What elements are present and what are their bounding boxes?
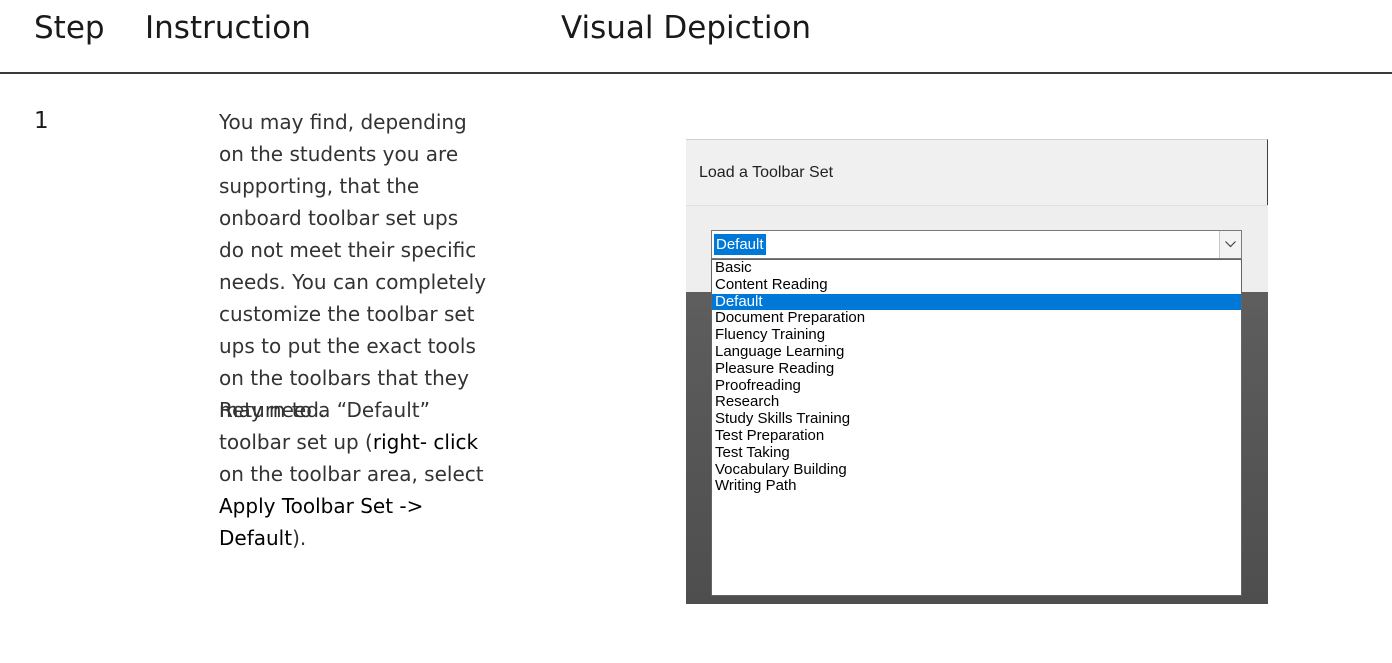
- dropdown-option[interactable]: Vocabulary Building: [712, 461, 1241, 479]
- dropdown-option[interactable]: Fluency Training: [712, 326, 1241, 344]
- header-instruction: Instruction: [145, 10, 311, 46]
- instruction-text: ).: [292, 526, 307, 550]
- toolbar-set-combobox[interactable]: Default: [711, 230, 1242, 259]
- chevron-down-icon: [1225, 241, 1236, 248]
- toolbar-set-dropdown-list: Basic Content Reading Default Document Prep…: [711, 259, 1242, 596]
- dropdown-option[interactable]: Basic: [712, 260, 1241, 277]
- instruction-bold-right-click: right- click: [372, 430, 479, 454]
- header-divider: [0, 72, 1392, 74]
- header-step: Step: [34, 10, 105, 46]
- dropdown-option[interactable]: Document Preparation: [712, 310, 1241, 327]
- instruction-paragraph-2: Return to a “Default” toolbar set up (ri…: [219, 394, 487, 554]
- dropdown-option[interactable]: Pleasure Reading: [712, 360, 1241, 378]
- instruction-text: on the toolbar area, select: [219, 462, 484, 486]
- combobox-selected-value: Default: [714, 234, 766, 255]
- dialog-title: Load a Toolbar Set: [699, 164, 834, 181]
- dropdown-option[interactable]: Test Taking: [712, 444, 1241, 462]
- combobox-dropdown-button[interactable]: [1219, 231, 1241, 258]
- dropdown-option[interactable]: Language Learning: [712, 343, 1241, 361]
- step-number: 1: [34, 108, 49, 134]
- header-visual-depiction: Visual Depiction: [561, 10, 812, 46]
- instruction-paragraph-1: You may find, depending on the students …: [219, 110, 487, 422]
- dropdown-option[interactable]: Proofreading: [712, 377, 1241, 395]
- dropdown-option[interactable]: Study Skills Training: [712, 410, 1241, 428]
- dropdown-option[interactable]: Writing Path: [712, 478, 1241, 495]
- visual-depiction-screenshot: Load a Toolbar Set Default Basic Content …: [686, 139, 1268, 604]
- dropdown-option[interactable]: Research: [712, 394, 1241, 411]
- dropdown-option[interactable]: Test Preparation: [712, 427, 1241, 445]
- dropdown-option[interactable]: Default: [712, 293, 1241, 311]
- instruction-bold-apply-toolbar-set: Apply Toolbar Set -> Default: [219, 494, 424, 550]
- dropdown-option[interactable]: Content Reading: [712, 276, 1241, 294]
